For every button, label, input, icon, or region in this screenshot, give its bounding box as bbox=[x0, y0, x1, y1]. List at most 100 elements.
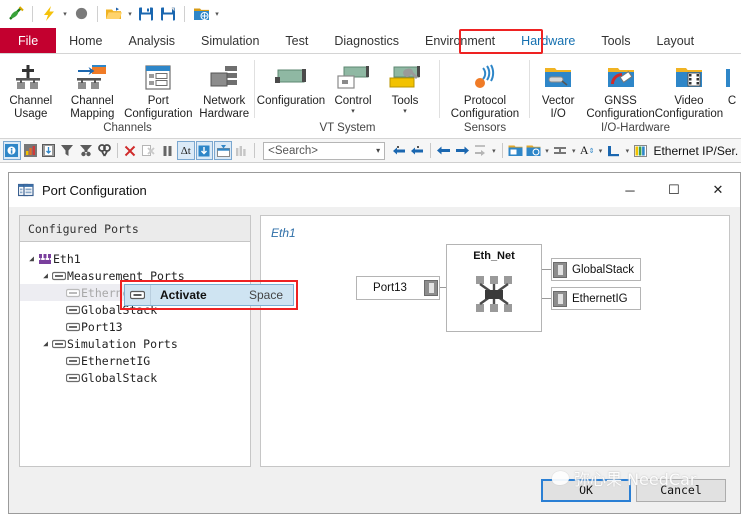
layout-dropdown-caret-icon[interactable]: ▾ bbox=[624, 147, 631, 155]
video-configuration-icon bbox=[674, 61, 704, 95]
stop-record-icon[interactable] bbox=[71, 4, 91, 24]
vector-io-button[interactable]: Vector I/O bbox=[530, 59, 586, 120]
open-folder-icon[interactable] bbox=[104, 4, 124, 24]
columns-icon[interactable] bbox=[233, 141, 250, 160]
clear-all-icon[interactable] bbox=[140, 141, 157, 160]
vt-configuration-label: Configuration bbox=[256, 95, 326, 107]
pause-icon[interactable] bbox=[159, 141, 176, 160]
lightning-dropdown-caret-icon[interactable]: ▾ bbox=[61, 10, 69, 18]
channel-mapping-button[interactable]: Channel Mapping bbox=[62, 59, 124, 120]
config-folder-icon[interactable] bbox=[506, 141, 523, 160]
tree-node-simulation-ports[interactable]: ◢ Simulation Ports bbox=[20, 335, 250, 352]
vector-io-label-1: Vector bbox=[541, 95, 575, 107]
time-delta-icon[interactable]: Δt bbox=[177, 141, 195, 160]
canoe-logo-icon[interactable] bbox=[6, 4, 26, 24]
tab-tools[interactable]: Tools bbox=[588, 28, 643, 53]
search-input[interactable]: <Search> ▾ bbox=[263, 141, 386, 160]
port-icon bbox=[51, 271, 67, 281]
protocol-configuration-button[interactable]: Protocol Configuration bbox=[442, 59, 528, 120]
configuration-icon[interactable] bbox=[191, 4, 211, 24]
font-size-dropdown-caret-icon[interactable]: ▾ bbox=[597, 147, 604, 155]
filter-icon[interactable] bbox=[58, 141, 75, 160]
color-legend-icon[interactable] bbox=[632, 141, 649, 160]
context-menu-item-label: Activate bbox=[160, 288, 207, 302]
node-eth-net[interactable]: Eth_Net bbox=[446, 244, 542, 332]
network-hardware-label-1: Network bbox=[203, 95, 246, 107]
tab-file[interactable]: File bbox=[0, 28, 57, 53]
tree-node-measurement-ports[interactable]: ◢ Measurement Ports bbox=[20, 267, 250, 284]
tree-node-measurement-port13[interactable]: Port13 bbox=[20, 318, 250, 335]
tree-node-simulation-globalstack[interactable]: GlobalStack bbox=[20, 369, 250, 386]
cancel-button[interactable]: Cancel bbox=[636, 478, 726, 502]
vt-control-dropdown-caret-icon[interactable]: ▾ bbox=[351, 108, 355, 115]
clear-icon[interactable] bbox=[122, 141, 139, 160]
tree-node-eth1[interactable]: ◢ Eth1 bbox=[20, 250, 250, 267]
open-dropdown-caret-icon[interactable]: ▾ bbox=[126, 10, 134, 18]
port-configuration-label-2: Configuration bbox=[124, 107, 193, 120]
expander-icon[interactable]: ◢ bbox=[40, 339, 51, 348]
ports-tree[interactable]: ◢ Eth1 ◢ Measurement Ports EthernetIG Gl… bbox=[20, 242, 250, 386]
filter-remove-icon[interactable] bbox=[77, 141, 94, 160]
node-ethernetig[interactable]: EthernetIG bbox=[551, 287, 641, 310]
vt-control-button[interactable]: Control ▾ bbox=[327, 59, 379, 115]
toolbar2-divider-1 bbox=[116, 143, 118, 158]
scroll-down-icon[interactable] bbox=[195, 141, 214, 160]
tab-hardware[interactable]: Hardware bbox=[508, 28, 588, 53]
goto-icon[interactable] bbox=[472, 141, 489, 160]
tab-home[interactable]: Home bbox=[56, 28, 115, 53]
close-button[interactable]: ✕ bbox=[696, 173, 740, 207]
tab-layout[interactable]: Layout bbox=[644, 28, 708, 53]
trace-window-icon[interactable] bbox=[40, 141, 57, 160]
prev-match-icon[interactable] bbox=[390, 141, 407, 160]
goto-dropdown-caret-icon[interactable]: ▾ bbox=[490, 147, 497, 155]
expander-icon[interactable]: ◢ bbox=[40, 271, 51, 280]
ribbon-group-channels-label: Channels bbox=[103, 122, 152, 134]
row-height-dropdown-caret-icon[interactable]: ▾ bbox=[570, 147, 577, 155]
vt-tools-dropdown-caret-icon[interactable]: ▾ bbox=[403, 108, 407, 115]
lightning-icon[interactable] bbox=[39, 4, 59, 24]
statistics-icon[interactable] bbox=[22, 141, 39, 160]
font-size-icon[interactable]: A ⇕ bbox=[578, 141, 595, 160]
connector-icon bbox=[553, 291, 567, 307]
find-icon[interactable] bbox=[95, 141, 112, 160]
save-as-icon[interactable] bbox=[158, 4, 178, 24]
clipped-configuration-button[interactable]: C bbox=[723, 59, 741, 108]
config-dropdown-caret-icon[interactable]: ▾ bbox=[543, 147, 550, 155]
ribbon-group-vt-system: Configuration Control ▾ Tools ▾ VT Syste… bbox=[255, 54, 440, 138]
network-hardware-button[interactable]: Network Hardware bbox=[193, 59, 255, 120]
forward-icon[interactable] bbox=[453, 141, 470, 160]
expander-icon[interactable]: ◢ bbox=[26, 254, 37, 263]
tab-diagnostics[interactable]: Diagnostics bbox=[321, 28, 412, 53]
layout-icon[interactable] bbox=[605, 141, 622, 160]
context-menu-item-activate[interactable]: Activate Space bbox=[124, 284, 294, 306]
topology-canvas[interactable]: Eth1 Port13 Eth_Net GlobalStack Ethernet… bbox=[260, 215, 730, 467]
config-options-icon[interactable] bbox=[525, 141, 542, 160]
tab-test[interactable]: Test bbox=[272, 28, 321, 53]
channel-usage-button[interactable]: Channel Usage bbox=[0, 59, 62, 120]
tree-node-label: EthernetIG bbox=[81, 353, 151, 368]
tree-node-simulation-ethernetig[interactable]: EthernetIG bbox=[20, 352, 250, 369]
search-dropdown-caret-icon[interactable]: ▾ bbox=[376, 146, 380, 155]
gnss-configuration-button[interactable]: GNSS Configuration bbox=[586, 59, 655, 120]
qat-overflow-caret-icon[interactable]: ▾ bbox=[213, 10, 221, 18]
measurement-info-icon[interactable] bbox=[3, 141, 21, 160]
minimize-button[interactable]: ─ bbox=[608, 173, 652, 207]
maximize-button[interactable]: ☐ bbox=[652, 173, 696, 207]
next-match-icon[interactable] bbox=[409, 141, 426, 160]
node-globalstack[interactable]: GlobalStack bbox=[551, 258, 641, 281]
auto-scroll-icon[interactable] bbox=[214, 141, 232, 160]
vt-tools-button[interactable]: Tools ▾ bbox=[379, 59, 431, 115]
tab-analysis[interactable]: Analysis bbox=[116, 28, 189, 53]
port-configuration-button[interactable]: Port Configuration bbox=[123, 59, 193, 120]
tab-environment[interactable]: Environment bbox=[412, 28, 508, 53]
dialog-footer: OK Cancel bbox=[9, 467, 740, 513]
vt-configuration-button[interactable]: Configuration bbox=[255, 59, 327, 108]
video-configuration-button[interactable]: Video Configuration bbox=[655, 59, 723, 120]
ok-button[interactable]: OK bbox=[541, 478, 631, 502]
tab-simulation[interactable]: Simulation bbox=[188, 28, 272, 53]
save-icon[interactable] bbox=[136, 4, 156, 24]
row-height-icon[interactable] bbox=[552, 141, 569, 160]
back-icon[interactable] bbox=[435, 141, 452, 160]
network-hardware-icon bbox=[208, 61, 240, 95]
node-port13[interactable]: Port13 bbox=[356, 276, 440, 300]
